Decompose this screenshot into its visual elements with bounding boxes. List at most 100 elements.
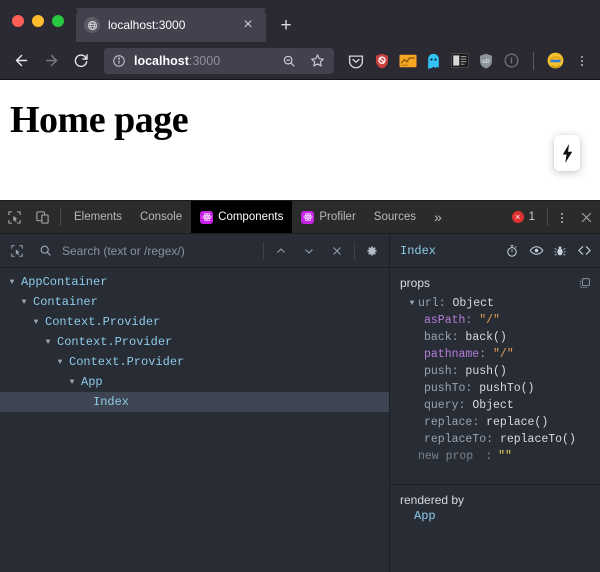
new-prop-separator: : [485, 450, 493, 463]
component-inspector-pane: Index props ▼ url: Object asPath: "/" … [390, 234, 600, 572]
error-count-badge[interactable]: × 1 [504, 201, 543, 233]
tab-components[interactable]: Components [191, 201, 293, 233]
bookmark-star-icon[interactable] [308, 52, 326, 70]
chevron-down-icon[interactable]: ▼ [66, 378, 78, 387]
search-clear-icon[interactable] [326, 240, 348, 262]
ghostery-icon[interactable] [424, 51, 443, 70]
prop-value[interactable]: pushTo() [479, 382, 534, 395]
prop-key: push [424, 365, 452, 378]
tree-row[interactable]: ▼ App [0, 372, 389, 392]
error-count: 1 [528, 211, 535, 223]
tree-row[interactable]: ▼ Container [0, 292, 389, 312]
prop-row[interactable]: query: Object [400, 397, 592, 414]
chevron-down-icon[interactable]: ▼ [18, 298, 30, 307]
forward-icon[interactable] [38, 48, 64, 74]
extension-toolbar: uD [344, 51, 592, 71]
chevron-down-icon[interactable]: ▼ [54, 358, 66, 367]
prop-value[interactable]: replaceTo() [500, 433, 576, 446]
bug-icon[interactable] [552, 243, 568, 259]
eye-icon[interactable] [528, 243, 544, 259]
zoom-window-button[interactable] [52, 15, 64, 27]
devtools-more-icon[interactable] [552, 201, 572, 234]
prop-row[interactable]: pushTo: pushTo() [400, 380, 592, 397]
prop-value[interactable]: Object [453, 297, 494, 310]
prop-row[interactable]: pathname: "/" [400, 346, 592, 363]
search-input[interactable]: Search (text or /regex/) [62, 244, 257, 258]
minimize-window-button[interactable] [32, 15, 44, 27]
prop-value[interactable]: "/" [493, 348, 514, 361]
prop-value[interactable]: Object [472, 399, 513, 412]
url-rest: :3000 [188, 53, 221, 68]
component-tree[interactable]: ▼ AppContainer ▼ Container ▼ Context.Provider… [0, 268, 389, 572]
close-icon[interactable] [572, 201, 600, 233]
close-icon[interactable]: × [238, 15, 258, 35]
prop-row[interactable]: ▼ url: Object [400, 295, 592, 312]
chevron-down-icon[interactable]: ▼ [406, 299, 418, 308]
url-text: localhost:3000 [134, 54, 274, 68]
tree-row[interactable]: ▼ Context.Provider [0, 332, 389, 352]
orange-extension-icon[interactable] [398, 51, 417, 70]
zoom-search-icon[interactable] [280, 52, 298, 70]
tab-sources[interactable]: Sources [365, 201, 425, 233]
props-list[interactable]: ▼ url: Object asPath: "/" back: back() pathn… [400, 295, 592, 448]
new-tab-button[interactable]: + [276, 15, 296, 35]
new-prop-value[interactable]: "" [498, 450, 512, 463]
dark-reader-icon[interactable] [450, 51, 469, 70]
prop-value[interactable]: push() [465, 365, 506, 378]
new-prop-row[interactable]: new prop : "" [400, 448, 592, 465]
prop-row[interactable]: back: back() [400, 329, 592, 346]
tab-elements[interactable]: Elements [65, 201, 131, 233]
prop-key: replaceTo [424, 433, 487, 446]
ublock-shield-icon[interactable]: uD [476, 51, 495, 70]
inspector-header: Index [390, 234, 600, 268]
prop-value[interactable]: back() [465, 331, 506, 344]
prop-separator: : [458, 399, 473, 412]
lightning-bolt-icon[interactable] [554, 135, 580, 171]
kebab-menu-icon[interactable] [572, 51, 592, 71]
close-window-button[interactable] [12, 15, 24, 27]
page-title: Home page [10, 99, 189, 141]
tab-console[interactable]: Console [131, 201, 191, 233]
tree-row[interactable]: ▼ AppContainer [0, 272, 389, 292]
tree-row[interactable]: ▼ Context.Provider [0, 312, 389, 332]
rendered-by-item[interactable]: App [400, 509, 590, 523]
prop-row[interactable]: replaceTo: replaceTo() [400, 431, 592, 448]
devtools-panel: Elements Console Components Profiler Sou… [0, 200, 600, 572]
tree-row[interactable]: ▼ Context.Provider [0, 352, 389, 372]
url-host: localhost [134, 53, 189, 68]
inspect-element-icon[interactable] [6, 240, 28, 262]
tree-row[interactable]: Index [0, 392, 389, 412]
page-info-icon[interactable] [110, 52, 128, 70]
pocket-icon[interactable] [346, 51, 365, 70]
browser-tab[interactable]: localhost:3000 × [76, 8, 266, 42]
prop-value[interactable]: replace() [486, 416, 548, 429]
code-icon[interactable] [576, 243, 592, 259]
tree-row-label: AppContainer [21, 275, 108, 289]
device-toolbar-icon[interactable] [28, 201, 56, 233]
chevron-down-icon[interactable]: ▼ [6, 278, 18, 287]
tabs-overflow-button[interactable]: » [425, 201, 451, 233]
gear-icon[interactable] [361, 240, 383, 262]
address-bar[interactable]: localhost:3000 [104, 47, 334, 74]
inspect-element-icon[interactable] [0, 201, 28, 233]
timer-icon[interactable] [504, 243, 520, 259]
prop-value[interactable]: "/" [479, 314, 500, 327]
tree-row-label: App [81, 375, 103, 389]
tab-profiler[interactable]: Profiler [292, 201, 364, 233]
prop-row[interactable]: asPath: "/" [400, 312, 592, 329]
page-content: Home page [0, 80, 600, 200]
search-next-icon[interactable] [298, 240, 320, 262]
prop-row[interactable]: push: push() [400, 363, 592, 380]
page-info-icon[interactable] [502, 51, 521, 70]
chevron-down-icon[interactable]: ▼ [42, 338, 54, 347]
ublock-origin-icon[interactable] [372, 51, 391, 70]
prop-row[interactable]: replace: replace() [400, 414, 592, 431]
devtools-body: Search (text or /regex/) ▼ AppContainer ▼ C… [0, 234, 600, 572]
back-icon[interactable] [8, 48, 34, 74]
chevron-down-icon[interactable]: ▼ [30, 318, 42, 327]
globe-icon [84, 17, 100, 33]
search-prev-icon[interactable] [270, 240, 292, 262]
copy-icon[interactable] [578, 276, 592, 290]
profile-avatar-icon[interactable] [546, 51, 565, 70]
reload-icon[interactable] [68, 48, 94, 74]
